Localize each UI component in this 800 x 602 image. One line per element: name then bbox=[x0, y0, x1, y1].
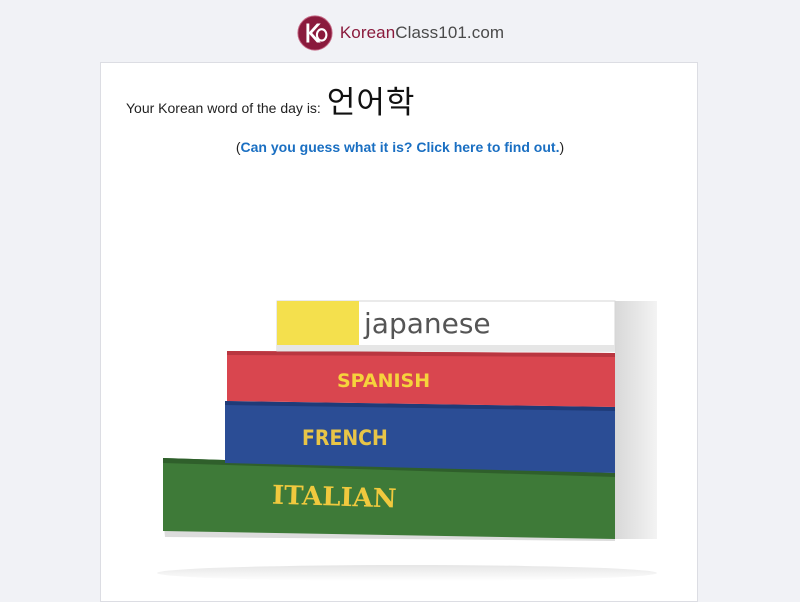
word-of-day-line: Your Korean word of the day is: 언어학 bbox=[126, 77, 415, 122]
book-label-french: FRENCH bbox=[302, 426, 388, 450]
book-label-japanese: japanese bbox=[363, 307, 491, 340]
book-french: FRENCH bbox=[225, 401, 657, 473]
site-logo[interactable]: KoreanClass101.com bbox=[296, 14, 504, 52]
books-shadow bbox=[157, 565, 657, 581]
book-spanish: SPANISH bbox=[227, 351, 657, 407]
logo-mark-icon bbox=[297, 15, 333, 51]
guess-link[interactable]: Can you guess what it is? Click here to … bbox=[241, 139, 560, 155]
book-japanese: japanese bbox=[276, 300, 657, 352]
book-label-italian: ITALIAN bbox=[271, 481, 397, 515]
logo-domain-text: Class101.com bbox=[395, 23, 505, 42]
logo-text: KoreanClass101.com bbox=[340, 23, 504, 43]
logo-brand-text: Korean bbox=[339, 23, 396, 42]
guess-line: (Can you guess what it is? Click here to… bbox=[101, 139, 699, 155]
header: KoreanClass101.com bbox=[0, 0, 800, 62]
guess-close-paren: ) bbox=[559, 139, 565, 155]
word-of-day-label: Your Korean word of the day is: bbox=[126, 100, 321, 116]
word-of-day-card: Your Korean word of the day is: 언어학 (Can… bbox=[100, 62, 698, 602]
book-label-spanish: SPANISH bbox=[337, 370, 430, 392]
language-books-image: ITALIAN FRENCH SPANISH japanese bbox=[157, 300, 657, 581]
korean-word: 언어학 bbox=[326, 85, 416, 121]
